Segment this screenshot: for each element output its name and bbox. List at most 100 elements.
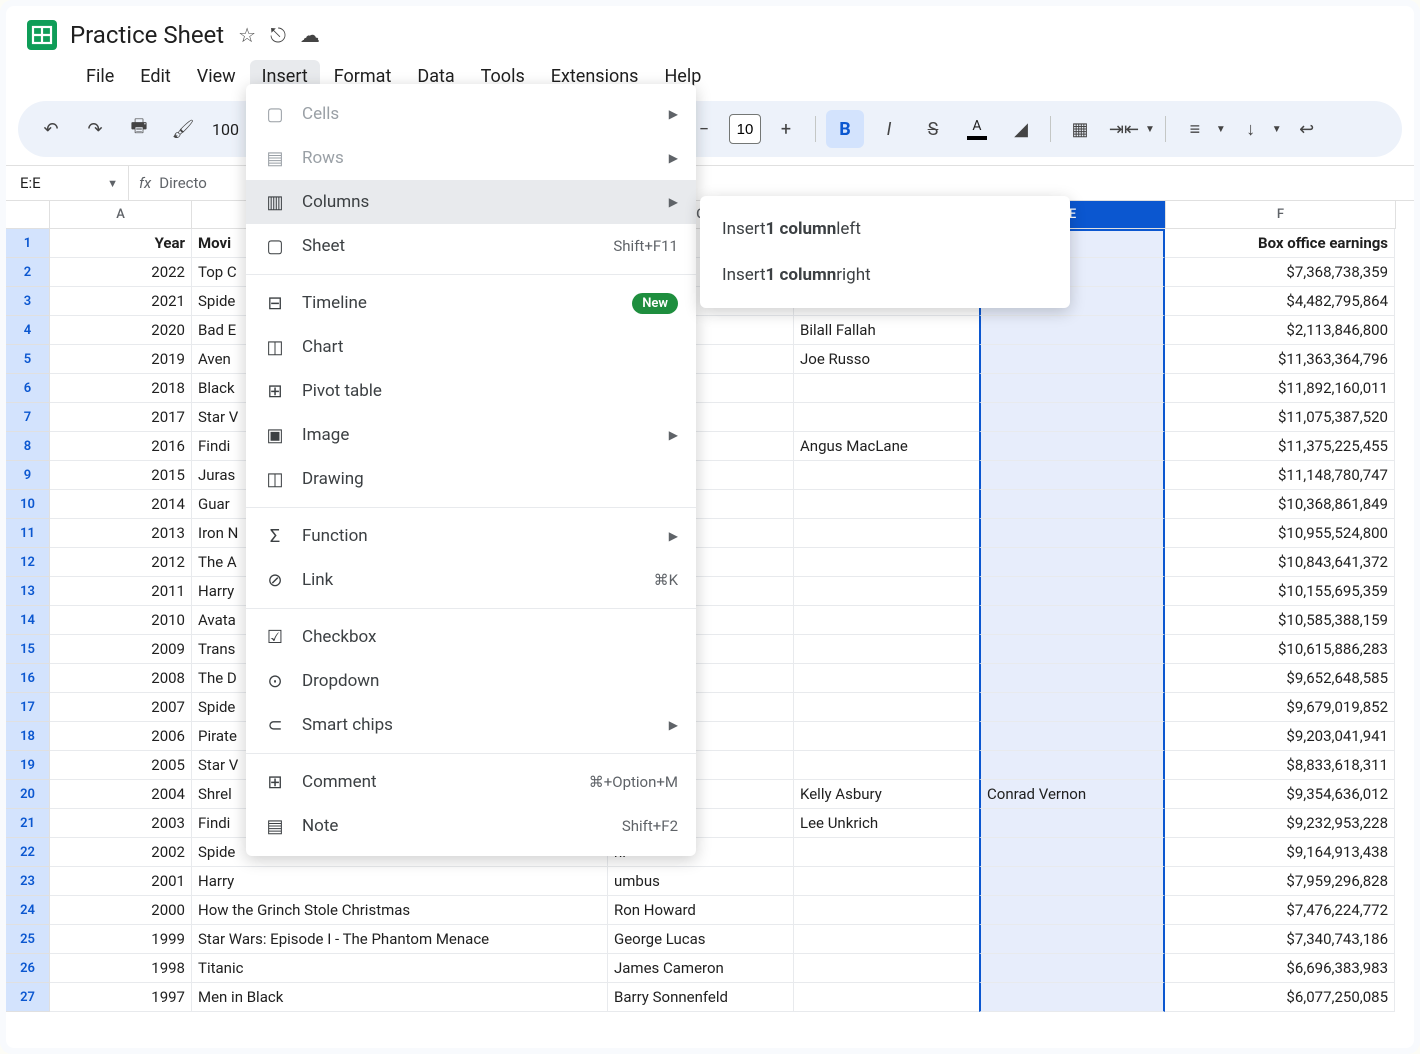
- submenu-item[interactable]: Insert 1 column left: [700, 206, 1070, 252]
- row-header[interactable]: 25: [6, 925, 50, 954]
- italic-button[interactable]: I: [870, 110, 908, 148]
- bold-button[interactable]: B: [826, 110, 864, 148]
- insert-menu-item-comment[interactable]: ⊞Comment⌘+Option+M: [246, 760, 696, 804]
- cell[interactable]: [979, 374, 1165, 403]
- cell[interactable]: $9,232,953,228: [1165, 809, 1395, 838]
- cell[interactable]: Ron Howard: [608, 896, 794, 925]
- menu-file[interactable]: File: [74, 60, 126, 93]
- print-button[interactable]: 🖶: [120, 110, 158, 148]
- sheets-logo[interactable]: [20, 13, 64, 57]
- cell[interactable]: [979, 316, 1165, 345]
- strikethrough-button[interactable]: S: [914, 110, 952, 148]
- cell[interactable]: $6,077,250,085: [1165, 983, 1395, 1012]
- cell[interactable]: $11,375,225,455: [1165, 432, 1395, 461]
- cell[interactable]: [794, 519, 980, 548]
- cell[interactable]: $10,368,861,849: [1165, 490, 1395, 519]
- cell[interactable]: 2005: [50, 751, 192, 780]
- row-header[interactable]: 15: [6, 635, 50, 664]
- cell[interactable]: [979, 867, 1165, 896]
- row-header[interactable]: 13: [6, 577, 50, 606]
- cell[interactable]: 2002: [50, 838, 192, 867]
- cell[interactable]: Men in Black: [192, 983, 608, 1012]
- cell[interactable]: $10,615,886,283: [1165, 635, 1395, 664]
- row-header[interactable]: 3: [6, 287, 50, 316]
- cell[interactable]: [794, 838, 980, 867]
- row-header[interactable]: 26: [6, 954, 50, 983]
- cell[interactable]: 2000: [50, 896, 192, 925]
- row-header[interactable]: 22: [6, 838, 50, 867]
- cell[interactable]: $7,959,296,828: [1165, 867, 1395, 896]
- cell[interactable]: Bilall Fallah: [794, 316, 980, 345]
- cell[interactable]: Kelly Asbury: [794, 780, 980, 809]
- cell[interactable]: [794, 403, 980, 432]
- cell[interactable]: [979, 461, 1165, 490]
- cell[interactable]: [979, 722, 1165, 751]
- borders-button[interactable]: ▦: [1061, 110, 1099, 148]
- cell[interactable]: 2017: [50, 403, 192, 432]
- move-icon[interactable]: ⎋: [270, 23, 286, 47]
- submenu-item[interactable]: Insert 1 column right: [700, 252, 1070, 298]
- cell[interactable]: [794, 925, 980, 954]
- text-wrap-button[interactable]: ↩: [1288, 110, 1326, 148]
- cell[interactable]: George Lucas: [608, 925, 794, 954]
- cell[interactable]: umbus: [608, 867, 794, 896]
- cell[interactable]: $7,368,738,359: [1165, 258, 1395, 287]
- cell[interactable]: [979, 432, 1165, 461]
- insert-menu-item-note[interactable]: ▤NoteShift+F2: [246, 804, 696, 848]
- insert-menu-item-link[interactable]: ⊘Link⌘K: [246, 558, 696, 602]
- insert-menu-item-image[interactable]: ▣Image▶: [246, 413, 696, 457]
- cell[interactable]: [979, 548, 1165, 577]
- column-header-A[interactable]: A: [50, 201, 192, 229]
- cell[interactable]: 1997: [50, 983, 192, 1012]
- cell[interactable]: 2013: [50, 519, 192, 548]
- cell[interactable]: Box office earnings: [1165, 229, 1395, 258]
- row-header[interactable]: 23: [6, 867, 50, 896]
- document-title[interactable]: Practice Sheet: [70, 21, 224, 49]
- insert-menu-item-sheet[interactable]: ▢SheetShift+F11: [246, 224, 696, 268]
- cell[interactable]: $11,892,160,011: [1165, 374, 1395, 403]
- cell[interactable]: 2018: [50, 374, 192, 403]
- cell[interactable]: 2016: [50, 432, 192, 461]
- row-header[interactable]: 16: [6, 664, 50, 693]
- redo-button[interactable]: ↷: [76, 110, 114, 148]
- cell[interactable]: [979, 490, 1165, 519]
- insert-menu-item-drawing[interactable]: ◫Drawing: [246, 457, 696, 501]
- cell[interactable]: [979, 983, 1165, 1012]
- name-box[interactable]: E:E▼: [6, 174, 128, 192]
- insert-menu-item-dropdown[interactable]: ⊙Dropdown: [246, 659, 696, 703]
- cell[interactable]: James Cameron: [608, 954, 794, 983]
- cell[interactable]: [979, 838, 1165, 867]
- cell[interactable]: $4,482,795,864: [1165, 287, 1395, 316]
- cell[interactable]: Titanic: [192, 954, 608, 983]
- cell[interactable]: [794, 374, 980, 403]
- formula-input[interactable]: Directo: [159, 174, 207, 192]
- paint-format-button[interactable]: 🖌: [164, 110, 202, 148]
- column-header-F[interactable]: F: [1166, 201, 1396, 229]
- cell[interactable]: Star Wars: Episode I - The Phantom Menac…: [192, 925, 608, 954]
- cell[interactable]: 2004: [50, 780, 192, 809]
- insert-menu-item-chart[interactable]: ◫Chart: [246, 325, 696, 369]
- cell[interactable]: [794, 461, 980, 490]
- cell[interactable]: 2021: [50, 287, 192, 316]
- cell[interactable]: 2022: [50, 258, 192, 287]
- insert-menu-item-smart-chips[interactable]: ⊂Smart chips▶: [246, 703, 696, 747]
- cell[interactable]: Angus MacLane: [794, 432, 980, 461]
- cell[interactable]: [794, 490, 980, 519]
- cell[interactable]: 2001: [50, 867, 192, 896]
- row-header[interactable]: 12: [6, 548, 50, 577]
- insert-menu-item-function[interactable]: ΣFunction▶: [246, 514, 696, 558]
- cell[interactable]: $10,955,524,800: [1165, 519, 1395, 548]
- cell[interactable]: [794, 693, 980, 722]
- menu-edit[interactable]: Edit: [128, 60, 182, 93]
- cell[interactable]: [979, 403, 1165, 432]
- cell[interactable]: $11,363,364,796: [1165, 345, 1395, 374]
- row-header[interactable]: 20: [6, 780, 50, 809]
- cell[interactable]: [794, 896, 980, 925]
- cell[interactable]: [794, 751, 980, 780]
- cell[interactable]: $9,679,019,852: [1165, 693, 1395, 722]
- cell[interactable]: $9,164,913,438: [1165, 838, 1395, 867]
- cell[interactable]: [794, 577, 980, 606]
- cell[interactable]: 1998: [50, 954, 192, 983]
- insert-menu-item-checkbox[interactable]: ☑Checkbox: [246, 615, 696, 659]
- cell[interactable]: 2010: [50, 606, 192, 635]
